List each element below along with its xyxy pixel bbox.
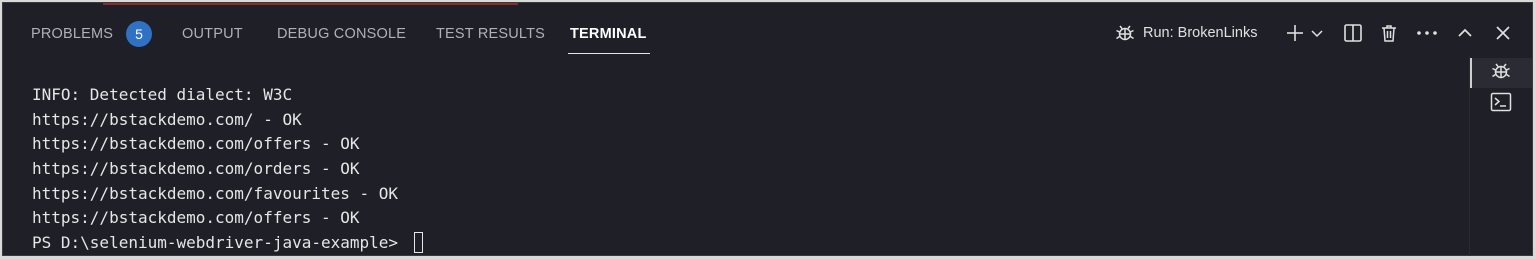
trash-icon [1379,23,1399,43]
tab-output[interactable]: OUTPUT [182,23,243,49]
split-icon [1343,23,1363,43]
close-icon [1494,24,1512,42]
terminal-tab-debug[interactable] [1470,58,1532,88]
terminal-tabs-list [1470,56,1532,256]
terminal-line: https://bstackdemo.com/orders - OK [32,159,360,179]
terminal-line: INFO: Detected dialect: W3C [32,85,293,104]
terminal-tab-powershell[interactable] [1470,89,1532,119]
terminal-cursor [413,232,423,254]
tab-output-label: OUTPUT [182,26,243,42]
close-panel-button[interactable] [1491,18,1515,48]
terminal-dropdown-button[interactable] [1309,18,1325,48]
terminal-output[interactable]: INFO: Detected dialect: W3C https://bsta… [32,83,1452,256]
tab-problems-label: PROBLEMS [31,26,114,42]
tab-terminal[interactable]: TERMINAL [568,23,650,54]
debug-icon [1489,59,1513,88]
run-config-selector[interactable]: Run: BrokenLinks [1113,18,1273,48]
tab-debug-console-label: DEBUG CONSOLE [277,26,407,42]
terminal-line: https://bstackdemo.com/offers - OK [32,134,360,154]
tab-test-results[interactable]: TEST RESULTS [436,23,545,49]
run-config-label: Run: BrokenLinks [1143,25,1258,41]
kill-terminal-button[interactable] [1377,18,1401,48]
terminal-line: https://bstackdemo.com/favourites - OK [32,183,399,203]
tab-debug-console[interactable]: DEBUG CONSOLE [277,23,406,49]
tab-terminal-label: TERMINAL [570,26,647,42]
terminal-icon [1490,92,1512,117]
more-actions-button[interactable] [1415,18,1439,48]
terminal-prompt-line[interactable]: PS D:\selenium-webdriver-java-example> [32,231,1452,256]
chevron-down-icon [1310,26,1324,40]
terminal-line: https://bstackdemo.com/offers - OK [32,208,360,228]
split-terminal-button[interactable] [1341,18,1365,48]
ellipsis-icon [1416,30,1438,36]
new-terminal-button[interactable] [1283,18,1307,48]
plus-icon [1285,23,1305,43]
debug-icon [1113,21,1137,45]
maximize-panel-button[interactable] [1453,18,1477,48]
terminal-panel: PROBLEMS 5 OUTPUT DEBUG CONSOLE TEST RES… [2,2,1533,256]
chevron-up-icon [1456,24,1474,42]
tab-test-results-label: TEST RESULTS [436,26,546,42]
problems-count-badge: 5 [126,21,152,47]
panel-tab-bar: PROBLEMS 5 OUTPUT DEBUG CONSOLE TEST RES… [3,3,1532,61]
tab-problems[interactable]: PROBLEMS [31,23,113,49]
terminal-line: https://bstackdemo.com/ - OK [32,109,302,129]
terminal-prompt: PS D:\selenium-webdriver-java-example> [32,233,408,253]
